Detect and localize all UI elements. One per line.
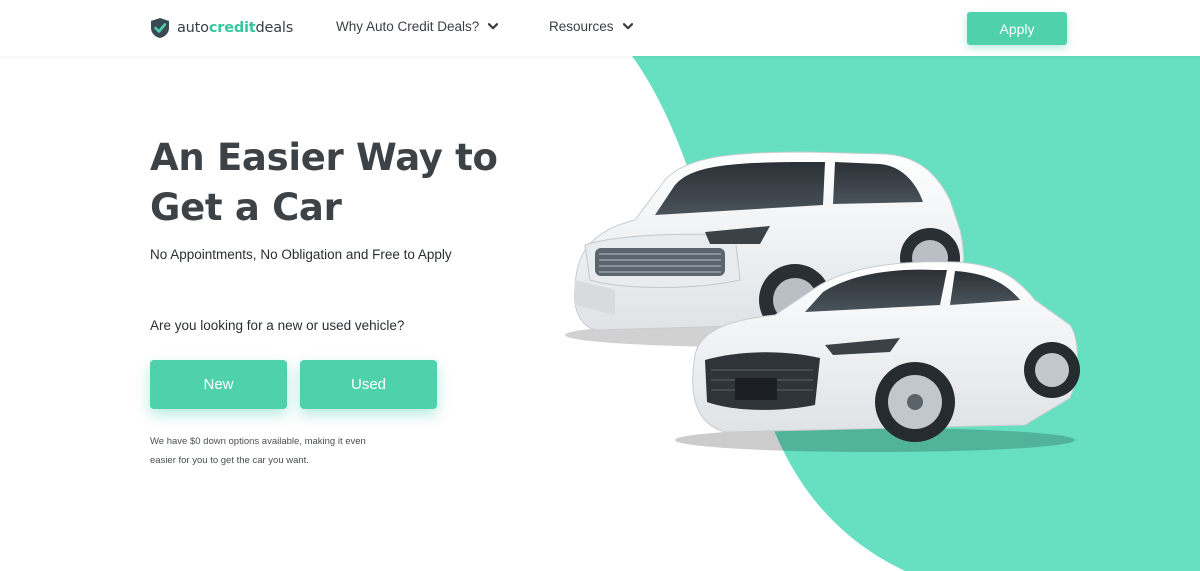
nav-resources-label: Resources	[549, 19, 614, 34]
hero-headline: An Easier Way to Get a Car	[150, 133, 550, 233]
brand-logo[interactable]: autocreditdeals	[149, 16, 293, 40]
chevron-down-icon	[622, 23, 633, 30]
down-payment-note: We have $0 down options available, makin…	[150, 432, 450, 470]
nav-why-label: Why Auto Credit Deals?	[336, 19, 480, 34]
suv-and-coupe-image	[565, 151, 1080, 452]
shield-check-icon	[151, 18, 169, 38]
used-vehicle-button[interactable]: Used	[300, 360, 437, 409]
page: autocreditdeals Why Auto Credit Deals? R…	[0, 0, 1200, 571]
nav-why-auto-credit-deals[interactable]: Why Auto Credit Deals?	[336, 19, 499, 34]
down-payment-note-line-2: easier for you to get the car you want.	[150, 455, 309, 466]
apply-button[interactable]: Apply	[967, 12, 1067, 45]
brand-name-auto: auto	[177, 20, 209, 36]
brand-name-credit: credit	[208, 20, 256, 36]
new-vehicle-button[interactable]: New	[150, 360, 287, 409]
down-payment-note-line-1: We have $0 down options available, makin…	[150, 436, 366, 447]
top-navigation-bar: autocreditdeals Why Auto Credit Deals? R…	[0, 0, 1200, 56]
chevron-down-icon	[488, 23, 499, 30]
nav-resources[interactable]: Resources	[549, 19, 633, 34]
hero-headline-line-2: Get a Car	[150, 186, 342, 229]
brand-name: autocreditdeals	[177, 20, 293, 36]
vehicle-type-question: Are you looking for a new or used vehicl…	[150, 318, 405, 333]
brand-name-deals: deals	[255, 20, 294, 36]
hero-headline-line-1: An Easier Way to	[150, 136, 498, 179]
hero-subheadline: No Appointments, No Obligation and Free …	[150, 247, 452, 262]
